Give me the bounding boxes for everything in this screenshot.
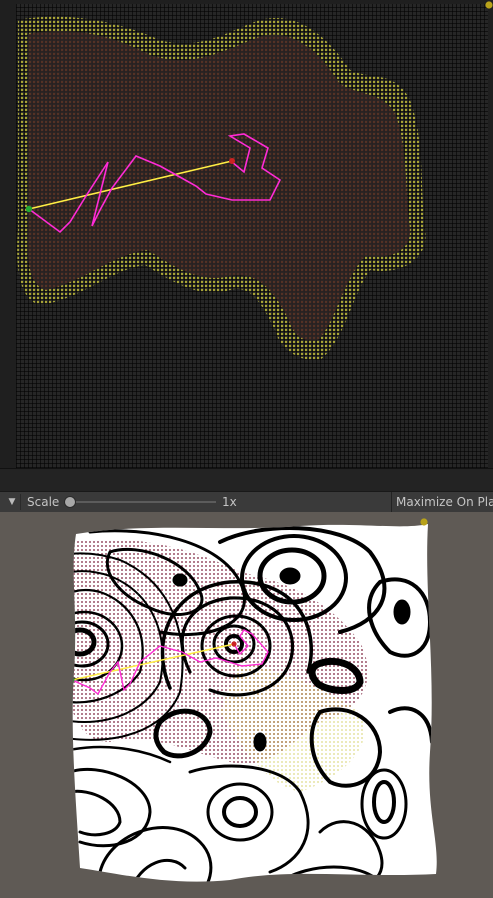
panel-divider[interactable] [0,468,493,491]
end-point [229,158,235,164]
scene-view[interactable] [0,0,493,468]
scale-label: Scale [27,495,60,509]
toolbar-separator [391,492,392,512]
scene-overlay [17,1,493,361]
gizmo-dot-icon [485,1,493,9]
game-view-toolbar: ▼ Scale 1x Maximize On Play [0,491,493,513]
triangle-down-icon[interactable]: ▼ [4,494,21,510]
start-point [25,205,33,213]
maximize-on-play-toggle[interactable]: Maximize On Play [396,495,493,509]
rendered-map [72,518,437,882]
scale-slider-track [68,501,216,503]
scale-slider-knob[interactable] [64,496,76,508]
scale-slider[interactable] [64,496,216,508]
scale-value: 1x [222,495,237,509]
game-view[interactable] [0,512,493,898]
